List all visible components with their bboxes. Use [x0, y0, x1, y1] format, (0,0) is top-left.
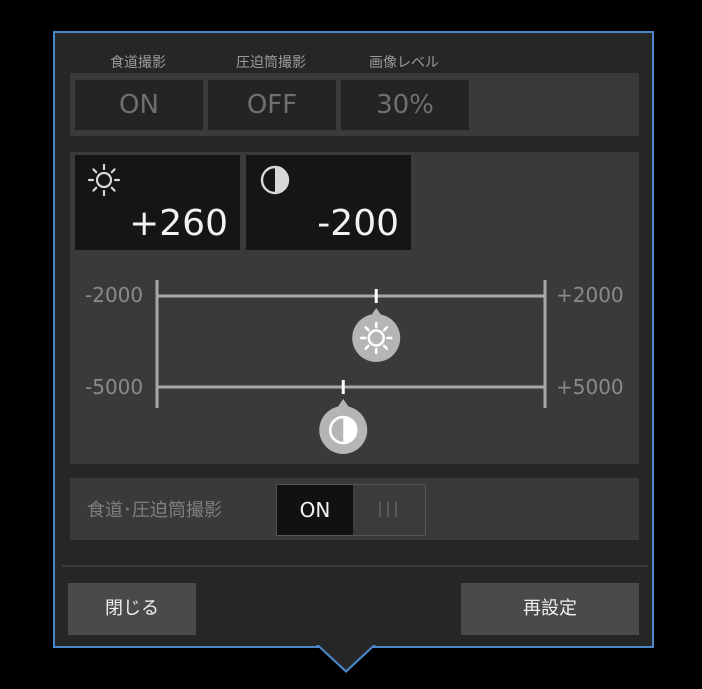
contrast-slider-handle[interactable] — [319, 380, 368, 454]
esophagus-compression-toggle[interactable]: ON III — [276, 484, 426, 536]
footer-divider — [62, 565, 648, 567]
brightness-slider-handle[interactable] — [352, 289, 401, 362]
toggle-off-option[interactable]: III — [353, 485, 425, 535]
reset-button[interactable]: 再設定 — [461, 583, 639, 635]
toggle-on-option[interactable]: ON — [277, 485, 353, 535]
close-button[interactable]: 閉じる — [68, 583, 196, 635]
esophagus-compression-label: 食道･圧迫筒撮影 — [87, 500, 222, 521]
